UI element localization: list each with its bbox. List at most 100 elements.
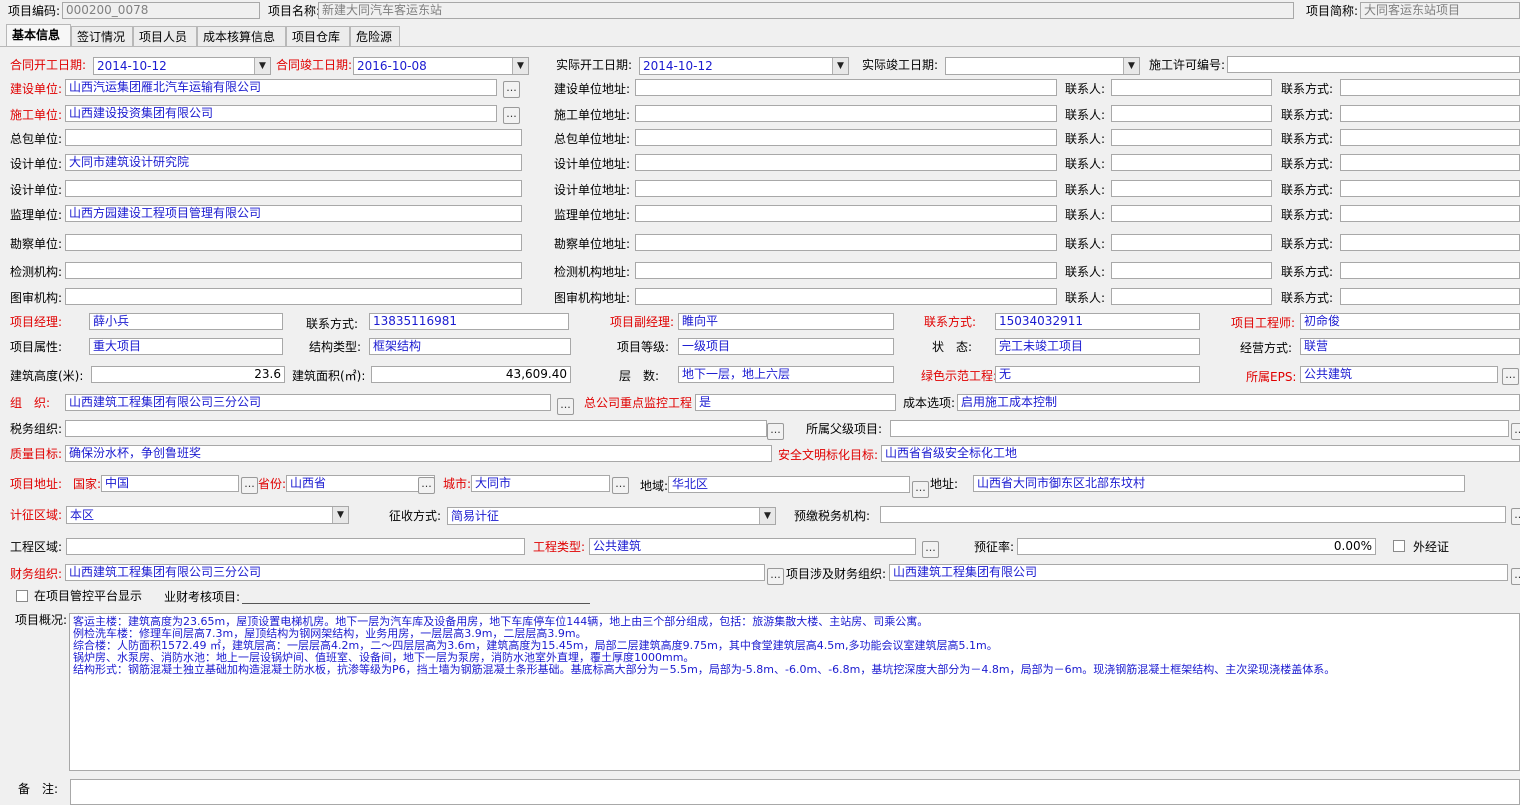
tab-basic-info[interactable]: 基本信息 bbox=[6, 24, 71, 47]
vpm-field[interactable]: 睢向平 bbox=[678, 313, 894, 330]
unit-address-field[interactable] bbox=[635, 180, 1057, 197]
tab-hazards[interactable]: 危险源 bbox=[350, 26, 400, 46]
dropdown-arrow-icon[interactable]: ▼ bbox=[332, 507, 348, 523]
engineer-field[interactable]: 初命俊 bbox=[1300, 313, 1520, 330]
unit-contact-field[interactable] bbox=[1111, 180, 1272, 197]
unit-name-field[interactable] bbox=[65, 234, 522, 251]
permit-field[interactable] bbox=[1227, 56, 1520, 73]
unit-phone-field[interactable] bbox=[1340, 105, 1520, 122]
org-lookup-button[interactable]: ... bbox=[557, 398, 574, 415]
unit-contact-field[interactable] bbox=[1111, 234, 1272, 251]
unit-phone-field[interactable] bbox=[1340, 234, 1520, 251]
dropdown-arrow-icon[interactable]: ▼ bbox=[759, 508, 775, 524]
finance-org-lookup-button[interactable]: ... bbox=[767, 568, 784, 585]
tab-personnel[interactable]: 项目人员 bbox=[133, 26, 197, 46]
tab-signing[interactable]: 签订情况 bbox=[71, 26, 133, 46]
city-field[interactable]: 大同市 bbox=[471, 475, 610, 492]
mode-field[interactable]: 联营 bbox=[1300, 338, 1520, 355]
status-field[interactable]: 完工未竣工项目 bbox=[995, 338, 1200, 355]
unit-address-field[interactable] bbox=[635, 288, 1057, 305]
dropdown-arrow-icon[interactable]: ▼ bbox=[1123, 58, 1139, 74]
unit-lookup-button[interactable]: ... bbox=[503, 107, 520, 124]
floors-field[interactable]: 地下一层，地上六层 bbox=[678, 366, 894, 383]
unit-contact-field[interactable] bbox=[1111, 205, 1272, 222]
dropdown-arrow-icon[interactable]: ▼ bbox=[832, 58, 848, 74]
actual-start-select[interactable]: 2014-10-12 ▼ bbox=[639, 57, 849, 75]
prepay-rate-field[interactable]: 0.00% bbox=[1017, 538, 1376, 555]
unit-phone-field[interactable] bbox=[1340, 262, 1520, 279]
tab-cost[interactable]: 成本核算信息 bbox=[197, 26, 286, 46]
unit-address-field[interactable] bbox=[635, 105, 1057, 122]
unit-phone-field[interactable] bbox=[1340, 205, 1520, 222]
unit-lookup-button[interactable]: ... bbox=[503, 81, 520, 98]
unit-name-field[interactable]: 山西建设投资集团有限公司 bbox=[65, 105, 497, 122]
unit-contact-field[interactable] bbox=[1111, 154, 1272, 171]
prepay-agency-field[interactable] bbox=[880, 506, 1506, 523]
dropdown-arrow-icon[interactable]: ▼ bbox=[512, 58, 528, 74]
tax-org-lookup-button[interactable]: ... bbox=[767, 423, 784, 440]
external-cert-checkbox[interactable] bbox=[1393, 540, 1405, 552]
collection-method-select[interactable]: 简易计征 ▼ bbox=[447, 507, 776, 525]
org-field[interactable]: 山西建筑工程集团有限公司三分公司 bbox=[65, 394, 551, 411]
tax-org-field[interactable] bbox=[65, 420, 767, 437]
eps-field[interactable]: 公共建筑 bbox=[1300, 366, 1498, 383]
region-lookup-button[interactable]: ... bbox=[912, 481, 929, 498]
unit-contact-field[interactable] bbox=[1111, 288, 1272, 305]
cost-option-field[interactable]: 启用施工成本控制 bbox=[957, 394, 1520, 411]
unit-address-field[interactable] bbox=[635, 154, 1057, 171]
overview-textarea[interactable]: 客运主楼：建筑高度为23.65m，屋顶设置电梯机房。地下一层为汽车库及设备用房，… bbox=[69, 613, 1520, 771]
vpm-phone-field[interactable]: 15034032911 bbox=[995, 313, 1200, 330]
tax-area-select[interactable]: 本区 ▼ bbox=[66, 506, 349, 524]
actual-end-select[interactable]: ▼ bbox=[945, 57, 1140, 75]
parent-project-field[interactable] bbox=[890, 420, 1509, 437]
unit-address-field[interactable] bbox=[635, 234, 1057, 251]
country-lookup-button[interactable]: ... bbox=[241, 477, 258, 494]
unit-phone-field[interactable] bbox=[1340, 288, 1520, 305]
unit-address-field[interactable] bbox=[635, 129, 1057, 146]
safety-field[interactable]: 山西省省级安全标化工地 bbox=[881, 445, 1520, 462]
unit-name-field[interactable]: 山西方园建设工程项目管理有限公司 bbox=[65, 205, 522, 222]
finance-related-field[interactable]: 山西建筑工程集团有限公司 bbox=[889, 564, 1508, 581]
pm-phone-field[interactable]: 13835116981 bbox=[369, 313, 569, 330]
unit-name-field[interactable]: 山西汽运集团雁北汽车运输有限公司 bbox=[65, 79, 497, 96]
province-lookup-button[interactable]: ... bbox=[418, 477, 435, 494]
monitor-field[interactable]: 是 bbox=[695, 394, 896, 411]
unit-contact-field[interactable] bbox=[1111, 105, 1272, 122]
unit-address-field[interactable] bbox=[635, 205, 1057, 222]
platform-display-checkbox[interactable] bbox=[16, 590, 28, 602]
province-field[interactable]: 山西省 bbox=[286, 475, 435, 492]
level-field[interactable]: 一级项目 bbox=[678, 338, 894, 355]
height-field[interactable]: 23.6 bbox=[91, 366, 285, 383]
pm-field[interactable]: 薛小兵 bbox=[89, 313, 283, 330]
city-lookup-button[interactable]: ... bbox=[612, 477, 629, 494]
short-name-field[interactable]: 大同客运东站项目 bbox=[1360, 2, 1520, 19]
tab-warehouse[interactable]: 项目仓库 bbox=[286, 26, 350, 46]
project-code-field[interactable]: 000200_0078 bbox=[62, 2, 260, 19]
prepay-agency-lookup-button[interactable]: ... bbox=[1511, 508, 1520, 525]
eps-lookup-button[interactable]: ... bbox=[1502, 368, 1519, 385]
unit-phone-field[interactable] bbox=[1340, 129, 1520, 146]
street-address-field[interactable]: 山西省大同市御东区北部东坟村 bbox=[973, 475, 1465, 492]
project-type-field[interactable]: 公共建筑 bbox=[589, 538, 916, 555]
unit-address-field[interactable] bbox=[635, 262, 1057, 279]
unit-name-field[interactable] bbox=[65, 180, 522, 197]
project-type-lookup-button[interactable]: ... bbox=[922, 541, 939, 558]
unit-name-field[interactable] bbox=[65, 129, 522, 146]
unit-contact-field[interactable] bbox=[1111, 79, 1272, 96]
attr-field[interactable]: 重大项目 bbox=[89, 338, 283, 355]
unit-phone-field[interactable] bbox=[1340, 79, 1520, 96]
unit-phone-field[interactable] bbox=[1340, 154, 1520, 171]
quality-field[interactable]: 确保汾水杯，争创鲁班奖 bbox=[65, 445, 772, 462]
project-region-field[interactable] bbox=[66, 538, 525, 555]
contract-start-select[interactable]: 2014-10-12 ▼ bbox=[93, 57, 271, 75]
parent-project-lookup-button[interactable]: ... bbox=[1511, 423, 1520, 440]
unit-name-field[interactable] bbox=[65, 288, 522, 305]
unit-contact-field[interactable] bbox=[1111, 129, 1272, 146]
finance-org-field[interactable]: 山西建筑工程集团有限公司三分公司 bbox=[65, 564, 765, 581]
finance-related-lookup-button[interactable]: ... bbox=[1511, 568, 1520, 585]
country-field[interactable]: 中国 bbox=[101, 475, 239, 492]
project-name-field[interactable]: 新建大同汽车客运东站 bbox=[318, 2, 1294, 19]
unit-address-field[interactable] bbox=[635, 79, 1057, 96]
remark-textarea[interactable] bbox=[70, 779, 1520, 805]
contract-end-select[interactable]: 2016-10-08 ▼ bbox=[353, 57, 529, 75]
